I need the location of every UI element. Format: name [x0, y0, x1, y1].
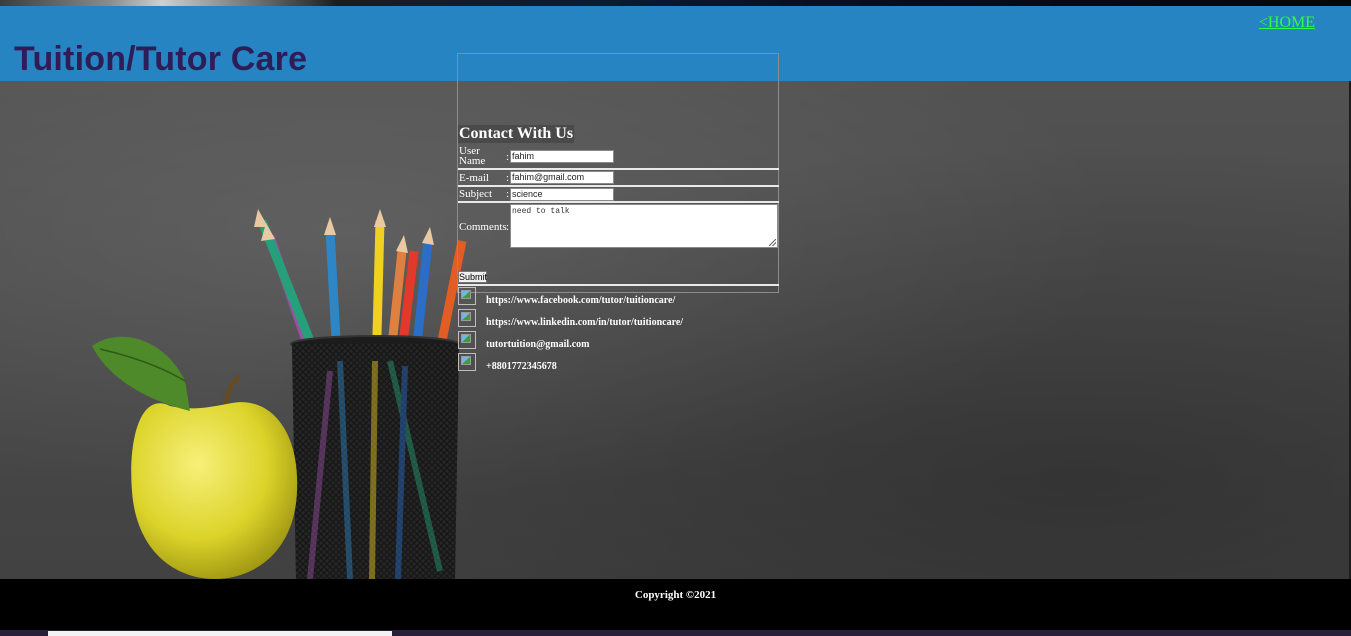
linkedin-url: https://www.linkedin.com/in/tutor/tuitio…: [486, 317, 684, 328]
email-label: E-mail: [459, 172, 489, 184]
taskbar-item: [48, 631, 392, 636]
username-input[interactable]: fahim: [510, 150, 614, 163]
username-label-line2: Name: [459, 155, 486, 167]
facebook-url: https://www.facebook.com/tutor/tuitionca…: [486, 295, 676, 306]
username-row: User Name : fahim: [458, 145, 778, 167]
comments-colon: :: [506, 221, 510, 233]
comments-label: Comments: [459, 221, 507, 233]
facebook-icon: [458, 287, 476, 305]
comments-textarea[interactable]: need to talk: [510, 204, 778, 248]
copyright-text: Copyright ©2021: [634, 589, 717, 601]
email-icon: [458, 331, 476, 349]
linkedin-icon: [458, 309, 476, 327]
separator: [458, 284, 779, 286]
phone-icon: [458, 353, 476, 371]
comments-row: Comments : need to talk: [458, 203, 778, 248]
resize-grip-icon[interactable]: [769, 239, 776, 246]
site-title: Tuition/Tutor Care: [14, 40, 308, 78]
email-row: E-mail : fahim@gmail.com: [458, 170, 778, 185]
email-colon: :: [506, 172, 510, 184]
comments-text: need to talk: [512, 207, 570, 216]
site-footer: Copyright ©2021: [0, 579, 1351, 630]
subject-input[interactable]: science: [510, 188, 614, 201]
subject-label: Subject: [459, 188, 492, 200]
contact-form-legend: Contact With Us: [458, 125, 575, 143]
apple-illustration: [92, 336, 298, 579]
username-colon: :: [506, 151, 510, 163]
home-link[interactable]: <HOME: [1259, 14, 1315, 32]
contact-phone: +8801772345678: [486, 361, 557, 372]
submit-button[interactable]: Submit: [458, 271, 487, 283]
subject-colon: :: [506, 188, 510, 200]
contact-email: tutortuition@gmail.com: [486, 339, 590, 350]
subject-row: Subject : science: [458, 187, 778, 201]
pencil-cup-illustration: [290, 335, 460, 579]
email-input[interactable]: fahim@gmail.com: [510, 171, 614, 184]
